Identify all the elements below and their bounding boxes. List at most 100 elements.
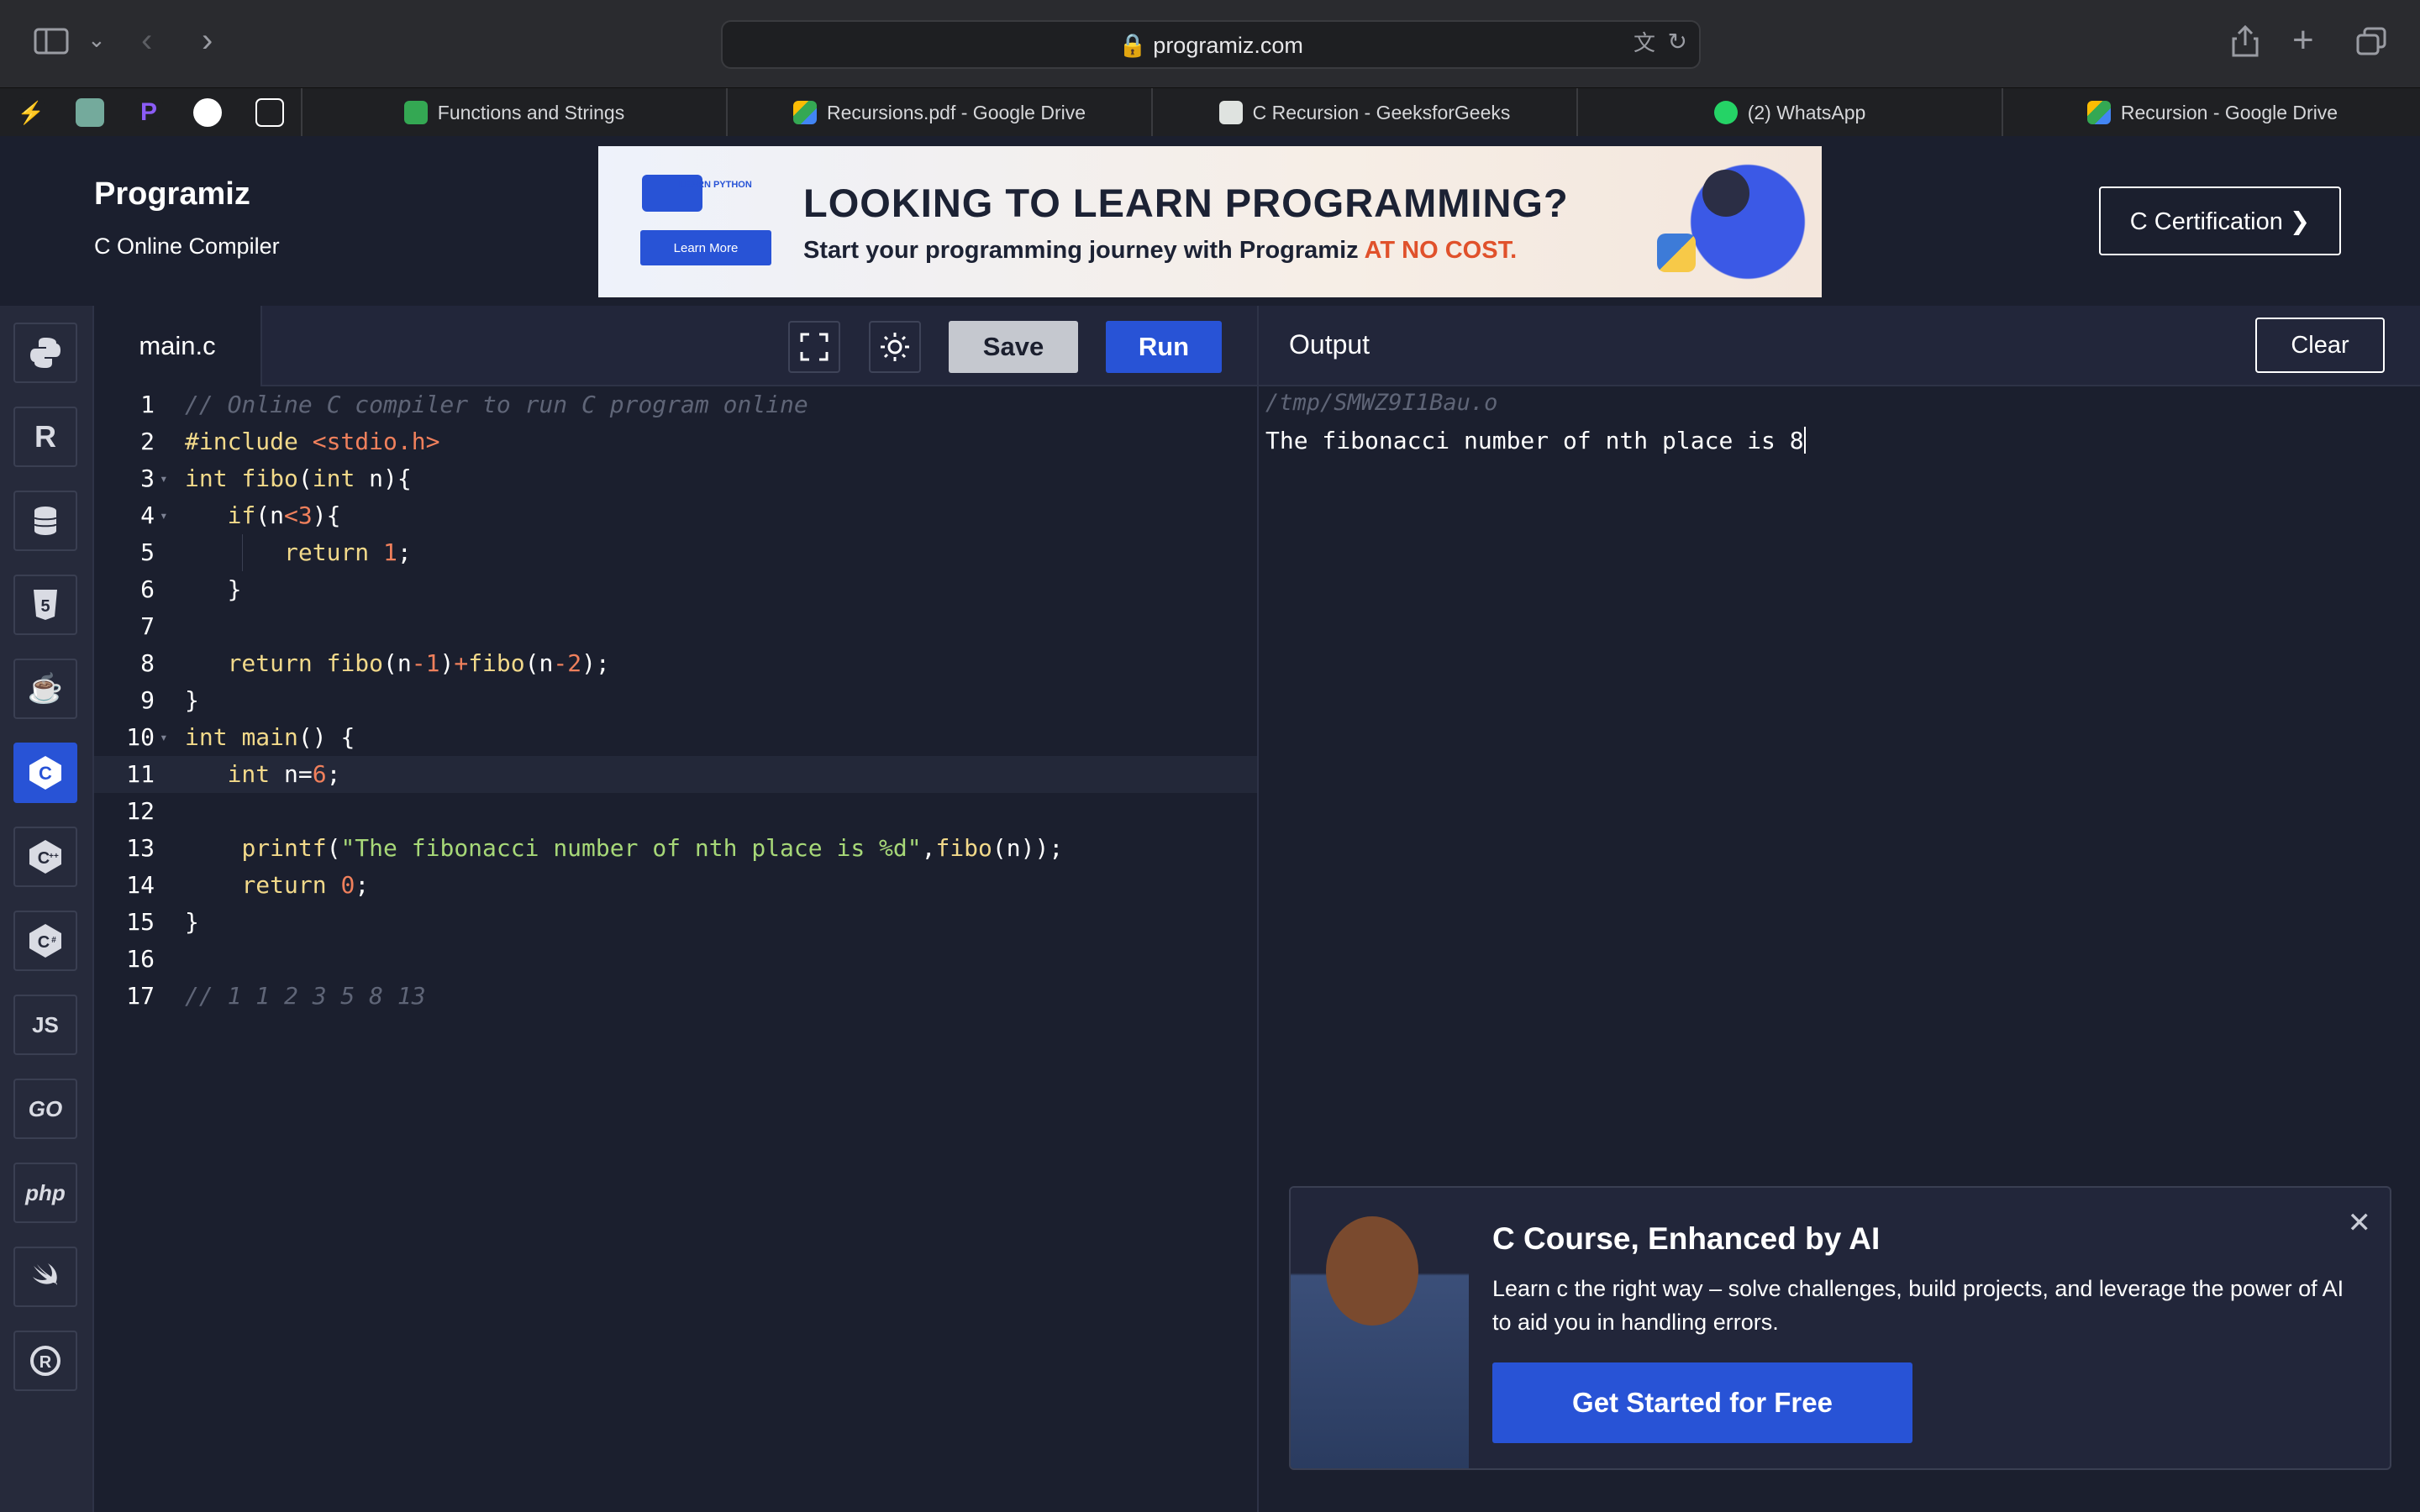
editor-toolbar: main.c Save Run (94, 306, 1257, 386)
line-number: 10 (126, 723, 155, 751)
code-text: } (185, 575, 242, 603)
whatsapp-icon (1713, 101, 1738, 124)
code-line[interactable]: 15} (94, 904, 1257, 941)
code-line[interactable]: 7 (94, 608, 1257, 645)
pinned-tab-app-icon[interactable] (255, 98, 284, 127)
c-certification-button[interactable]: C Certification ❯ (2099, 186, 2341, 255)
learn-more-button[interactable]: Learn More (640, 230, 771, 265)
run-button[interactable]: Run (1106, 321, 1222, 373)
code-text: } (185, 686, 199, 714)
code-line[interactable]: 17 // 1 1 2 3 5 8 13 (94, 978, 1257, 1015)
address-bar[interactable]: 🔒 programiz.com 文 ↻ (721, 20, 1701, 69)
output-path: /tmp/SMWZ9I1Bau.o (1265, 390, 1498, 416)
programiz-logo[interactable]: Programiz (94, 176, 250, 213)
language-sidebar: R 5 ☕ C C ++ C # JS GO php R (0, 306, 94, 1512)
pinned-tab-github-icon[interactable] (193, 98, 222, 127)
lang-rust-icon[interactable]: R (13, 1331, 77, 1391)
theme-toggle-sun-icon[interactable] (869, 321, 921, 373)
tab-main-c[interactable]: main.c (94, 306, 262, 386)
line-number: 6 (140, 575, 155, 603)
code-line[interactable]: 5 return 1; (94, 534, 1257, 571)
code-line[interactable]: 1 // Online C compiler to run C program o… (94, 386, 1257, 423)
code-line[interactable]: 9} (94, 682, 1257, 719)
fold-arrow-icon[interactable]: ▾ (160, 460, 168, 497)
get-started-button[interactable]: Get Started for Free (1492, 1362, 1912, 1443)
badge-label: LEARN PYTHON (679, 180, 752, 190)
line-number: 5 (140, 538, 155, 566)
fold-arrow-icon[interactable]: ▾ (160, 719, 168, 756)
lang-csharp-icon[interactable]: C # (13, 911, 77, 971)
banner-person-illustration (1702, 170, 1749, 217)
tab-recursions-pdf[interactable]: Recursions.pdf - Google Drive (726, 88, 1151, 137)
output-title: Output (1289, 329, 1370, 360)
tab-c-recursion-gfg[interactable]: C Recursion - GeeksforGeeks (1151, 88, 1576, 137)
reload-icon[interactable]: ↻ (1668, 30, 1687, 54)
page-subtitle: C Online Compiler (94, 234, 280, 259)
lang-html5-icon[interactable]: 5 (13, 575, 77, 635)
line-number: 8 (140, 649, 155, 677)
tab-overview-icon[interactable] (2356, 27, 2386, 61)
code-text: #include <stdio.h> (185, 428, 440, 455)
lang-swift-icon[interactable] (13, 1247, 77, 1307)
pinned-tab-programiz-icon[interactable]: P (134, 98, 163, 127)
code-line[interactable]: 3 ▾ int fibo(int n){ (94, 460, 1257, 497)
tab-recursion-drive[interactable]: Recursion - Google Drive (2002, 88, 2420, 137)
google-drive-icon (2086, 101, 2111, 124)
lang-python-icon[interactable] (13, 323, 77, 383)
tab-whatsapp[interactable]: (2) WhatsApp (1576, 88, 2002, 137)
line-number: 1 (140, 391, 155, 418)
lang-go-icon[interactable]: GO (13, 1079, 77, 1139)
sidebar-toggle-icon[interactable] (34, 27, 69, 60)
code-line[interactable]: 10 ▾ int main() { (94, 719, 1257, 756)
lang-php-icon[interactable]: php (13, 1163, 77, 1223)
lang-java-icon[interactable]: ☕ (13, 659, 77, 719)
clear-button[interactable]: Clear (2255, 318, 2385, 373)
python-logo-icon (1657, 234, 1696, 272)
code-text: } (185, 908, 199, 936)
code-line[interactable]: 11 int n=6; (94, 756, 1257, 793)
code-text: int n=6; (227, 760, 341, 788)
promo-title: C Course, Enhanced by AI (1492, 1221, 1881, 1256)
promo-text: Learn c the right way – solve challenges… (1492, 1276, 2344, 1335)
google-drive-icon (792, 101, 817, 124)
code-line[interactable]: 16 (94, 941, 1257, 978)
save-button[interactable]: Save (949, 321, 1078, 373)
share-icon[interactable] (2232, 24, 2259, 63)
code-text: // Online C compiler to run C program on… (185, 391, 808, 418)
svg-text:C: C (38, 933, 50, 952)
fullscreen-icon[interactable] (788, 321, 840, 373)
lang-r-icon[interactable]: R (13, 407, 77, 467)
forward-arrow-icon[interactable]: › (202, 24, 213, 57)
translate-icon[interactable]: 文 (1634, 32, 1655, 54)
lang-javascript-icon[interactable]: JS (13, 995, 77, 1055)
chevron-down-icon[interactable]: ⌄ (87, 29, 106, 50)
svg-text:#: # (51, 936, 56, 945)
code-line[interactable]: 12 (94, 793, 1257, 830)
tab-favicon-icon (403, 101, 428, 124)
line-number: 17 (126, 982, 155, 1010)
ad-banner[interactable]: LEARN PYTHON Learn More LOOKING TO LEARN… (598, 146, 1822, 297)
pinned-tab-icon[interactable]: ⚡ (17, 98, 45, 127)
code-area[interactable]: 1 // Online C compiler to run C program o… (94, 386, 1257, 1512)
lang-cpp-icon[interactable]: C ++ (13, 827, 77, 887)
site-header: Programiz C Online Compiler LEARN PYTHON… (0, 136, 2420, 307)
code-line[interactable]: 2 #include <stdio.h> (94, 423, 1257, 460)
code-line[interactable]: 8 return fibo(n-1)+fibo(n-2); (94, 645, 1257, 682)
code-line[interactable]: 4 ▾ if(n<3){ (94, 497, 1257, 534)
close-icon[interactable]: ✕ (2348, 1206, 2372, 1240)
promo-card: C Course, Enhanced by AI Learn c the rig… (1289, 1186, 2391, 1470)
code-line[interactable]: 14 return 0; (94, 867, 1257, 904)
code-line[interactable]: 6 } (94, 571, 1257, 608)
banner-headline: LOOKING TO LEARN PROGRAMMING? (803, 181, 1569, 225)
output-result[interactable]: The fibonacci number of nth place is 8 (1265, 427, 1806, 454)
lang-c-icon[interactable]: C (13, 743, 77, 803)
new-tab-icon[interactable]: + (2292, 22, 2314, 59)
line-number: 11 (126, 760, 155, 788)
back-arrow-icon[interactable]: ‹ (141, 24, 152, 57)
fold-arrow-icon[interactable]: ▾ (160, 497, 168, 534)
code-line[interactable]: 13 printf("The fibonacci number of nth p… (94, 830, 1257, 867)
pinned-tab-chatgpt-icon[interactable] (76, 98, 104, 127)
tab-functions-and-strings[interactable]: Functions and Strings (301, 88, 726, 137)
lang-sql-database-icon[interactable] (13, 491, 77, 551)
code-text: printf("The fibonacci number of nth plac… (241, 834, 1064, 862)
